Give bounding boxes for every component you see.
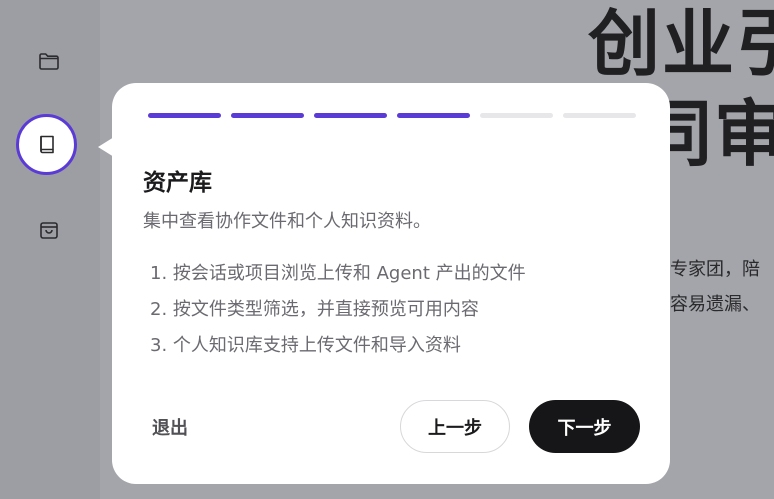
sidebar-item-store[interactable] <box>30 211 68 249</box>
progress-segment <box>397 113 470 118</box>
next-button[interactable]: 下一步 <box>529 400 640 453</box>
feature-item: 2. 按文件类型筛选，并直接预览可用内容 <box>150 299 479 320</box>
progress-segment <box>148 113 221 118</box>
background-title-line-1: 创业引 <box>588 2 774 86</box>
feature-item: 1. 按会话或项目浏览上传和 Agent 产出的文件 <box>150 263 526 284</box>
onboarding-popover: 资产库 集中查看协作文件和个人知识资料。 1. 按会话或项目浏览上传和 Agen… <box>112 83 670 484</box>
sidebar-item-files[interactable] <box>30 42 68 80</box>
previous-button[interactable]: 上一步 <box>400 400 510 453</box>
progress-segment <box>314 113 387 118</box>
shopping-bag-icon <box>40 222 58 239</box>
progress-segment <box>563 113 636 118</box>
background-text-line-1: 专家团，陪 <box>670 259 760 280</box>
popover-description: 集中查看协作文件和个人知识资料。 <box>143 211 431 232</box>
book-icon <box>39 135 54 153</box>
background-text-line-2: 容易遗漏、 <box>670 294 760 315</box>
popover-title: 资产库 <box>143 170 212 196</box>
feature-item: 3. 个人知识库支持上传文件和导入资料 <box>150 335 461 356</box>
tour-progress <box>148 113 636 118</box>
progress-segment <box>480 113 553 118</box>
exit-button[interactable]: 退出 <box>152 414 188 440</box>
feature-list: 1. 按会话或项目浏览上传和 Agent 产出的文件 2. 按文件类型筛选，并直… <box>150 256 526 364</box>
sidebar <box>0 0 100 499</box>
folder-icon <box>39 53 59 70</box>
sidebar-item-asset-library[interactable] <box>16 114 77 175</box>
progress-segment <box>231 113 304 118</box>
